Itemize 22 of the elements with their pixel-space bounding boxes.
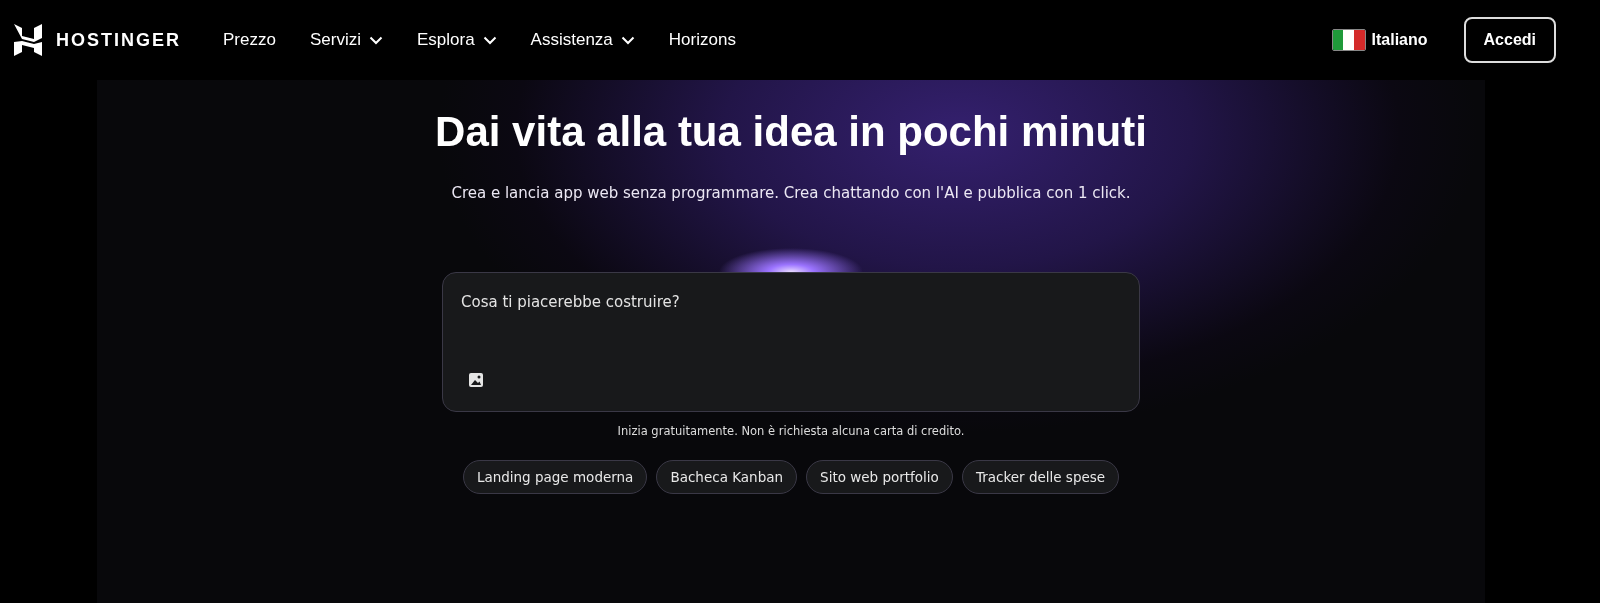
prompt-field[interactable]: Cosa ti piacerebbe costruire?: [442, 272, 1140, 412]
nav-link[interactable]: Assistenza: [530, 30, 635, 50]
login-button[interactable]: Accedi: [1463, 17, 1556, 63]
nav-link[interactable]: Esplora: [416, 30, 497, 50]
chevron-down-icon: [368, 35, 383, 45]
nav-link[interactable]: Servizi: [309, 30, 383, 50]
free-note: Inizia gratuitamente. Non è richiesta alcuna carta di credito.: [617, 424, 965, 438]
nav-link[interactable]: Horizons: [668, 30, 736, 50]
language-selector[interactable]: Italiano: [1371, 31, 1428, 49]
suggestion-chip[interactable]: Sito web portfolio: [806, 460, 953, 494]
nav-link[interactable]: Prezzo: [223, 30, 276, 50]
chevron-down-icon: [620, 35, 635, 45]
suggestion-chip[interactable]: Tracker delle spese: [961, 460, 1120, 494]
image-icon[interactable]: [468, 372, 484, 388]
hero-subtitle: Crea e lancia app web senza programmare. Crea chattando con l'AI e pubblica con 1 click.: [451, 184, 1131, 202]
hero-title: Dai vita alla tua idea in pochi minuti: [435, 108, 1147, 156]
suggestion-chip[interactable]: Landing page moderna: [462, 460, 648, 494]
logo-icon: [14, 24, 42, 56]
suggestion-chip[interactable]: Bacheca Kanban: [656, 460, 798, 494]
flag-icon: [1331, 29, 1366, 51]
brand-name[interactable]: HOSTINGER: [56, 29, 181, 51]
chevron-down-icon: [482, 35, 497, 45]
